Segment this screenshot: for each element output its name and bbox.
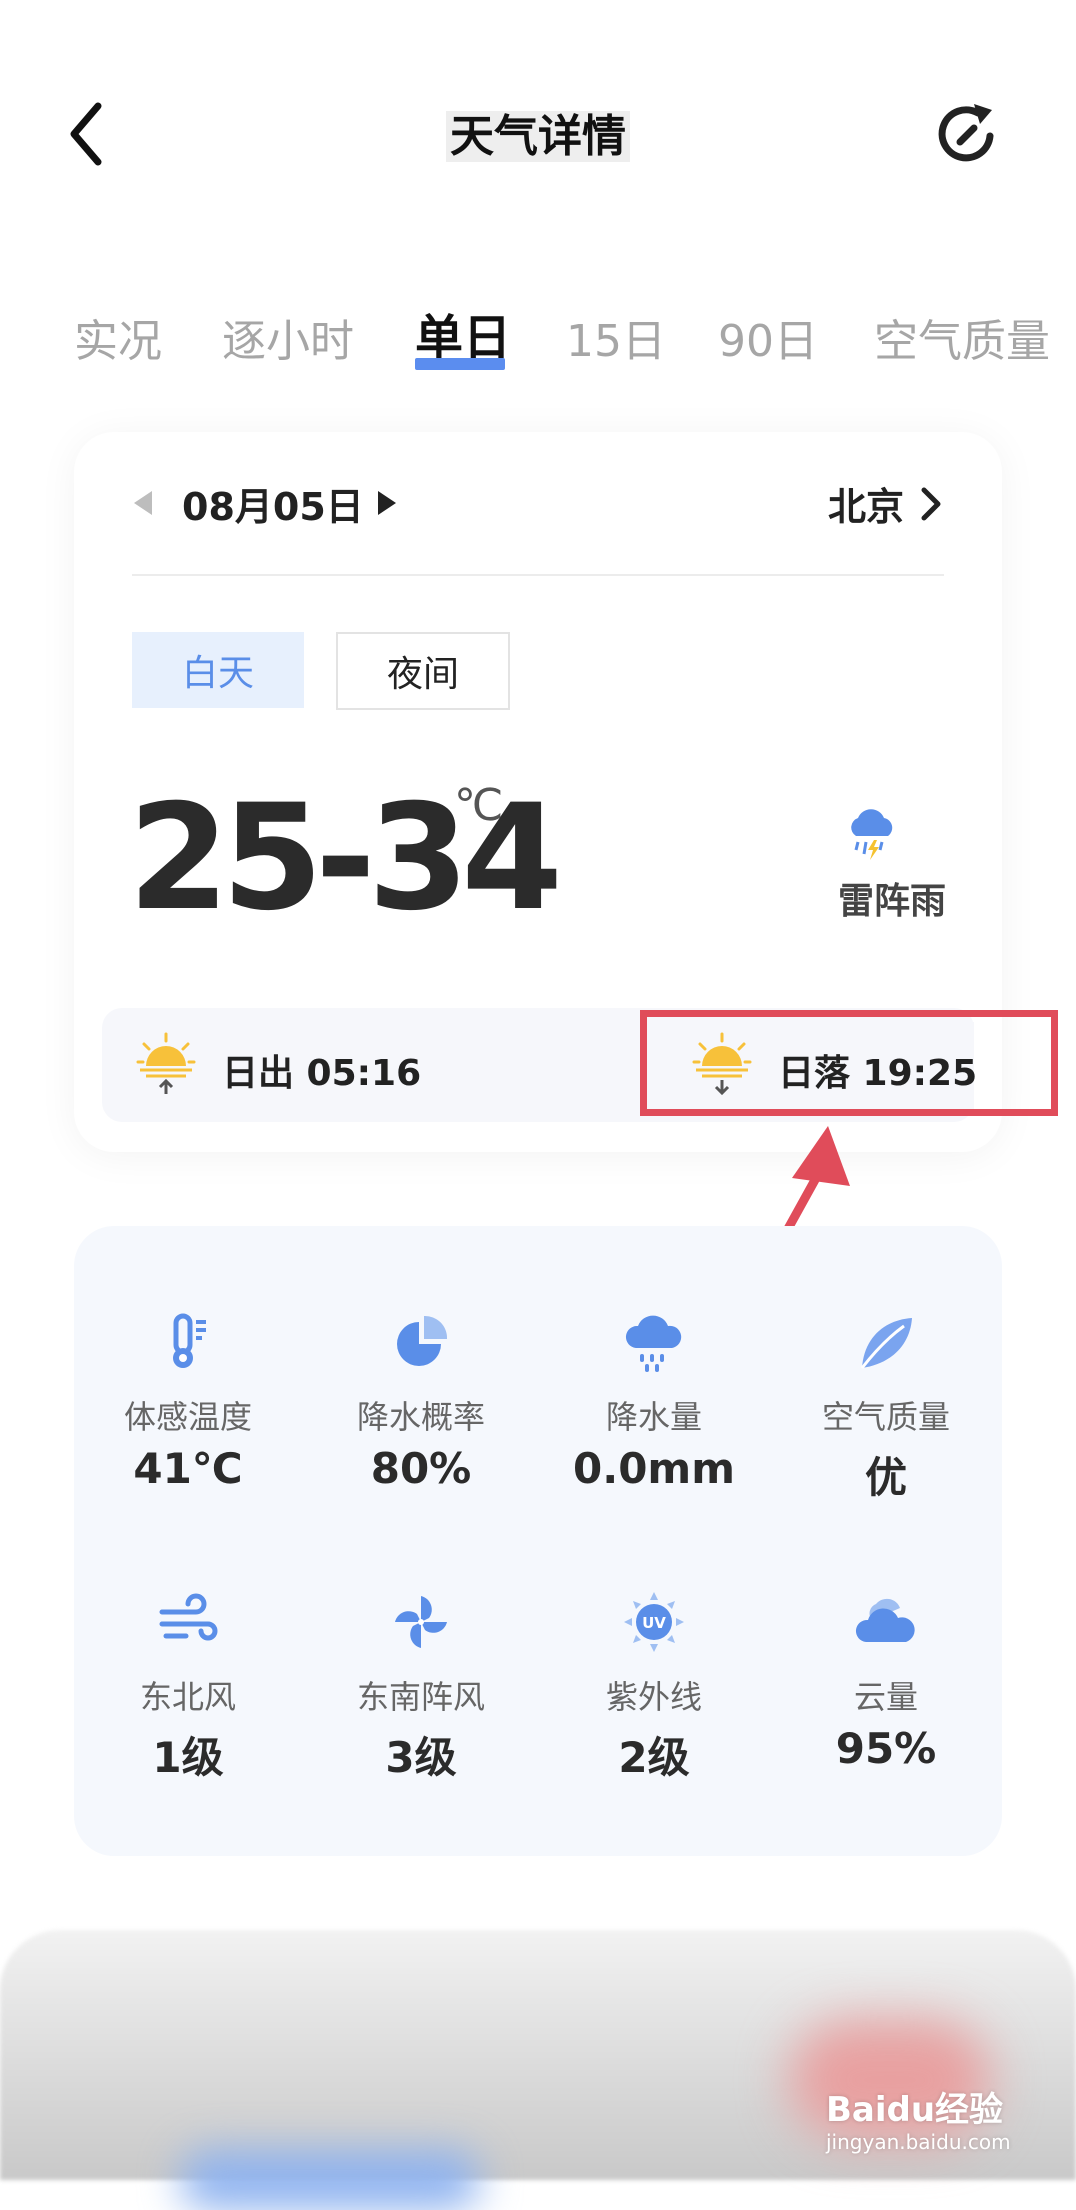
metric-precipitation: 降水量 0.0mm	[564, 1310, 744, 1493]
weather-condition: 雷阵雨	[838, 881, 947, 922]
previous-date-icon[interactable]	[130, 488, 156, 518]
svg-text:UV: UV	[642, 1614, 666, 1632]
metric-air-quality: 空气质量 优	[796, 1310, 976, 1505]
active-tab-indicator	[415, 358, 505, 370]
tab-15-day[interactable]: 15日	[566, 305, 666, 369]
tab-90-day[interactable]: 90日	[718, 305, 818, 369]
date-label: 08月05日	[182, 485, 364, 529]
metric-label: 降水概率	[356, 1398, 485, 1436]
metric-value: 95%	[835, 1724, 937, 1773]
metric-label: 降水量	[605, 1398, 702, 1436]
divider	[132, 574, 944, 576]
metric-label: 东北风	[139, 1678, 236, 1716]
thermometer-icon	[173, 1313, 206, 1368]
metric-gust: 东南阵风 3级	[331, 1590, 511, 1785]
metric-precip-probability: 降水概率 80%	[331, 1310, 511, 1493]
metric-label: 体感温度	[123, 1398, 252, 1436]
metric-label: 云量	[853, 1678, 918, 1716]
watermark-logo: Baidu经验	[826, 2090, 1004, 2130]
metric-cloud-cover: 云量 95%	[796, 1590, 976, 1773]
night-toggle-button[interactable]: 夜间	[336, 632, 510, 710]
pinwheel-icon	[395, 1596, 447, 1648]
uv-icon: UV	[624, 1592, 684, 1652]
tab-air-quality[interactable]: 空气质量	[874, 305, 1050, 369]
metric-value: 0.0mm	[573, 1444, 735, 1493]
day-toggle-button[interactable]: 白天	[132, 632, 304, 708]
pie-chart-icon	[397, 1315, 448, 1366]
leaf-icon	[860, 1318, 912, 1369]
refresh-icon[interactable]	[930, 96, 1006, 172]
page-title: 天气详情	[0, 100, 1076, 164]
highlight-annotation	[640, 1010, 1058, 1116]
metric-uv: UV 紫外线 2级	[564, 1590, 744, 1785]
tab-live[interactable]: 实况	[74, 305, 162, 369]
metric-feels-like: 体感温度 41℃	[98, 1310, 278, 1493]
metric-value: 2级	[618, 1733, 690, 1782]
sunrise-icon	[136, 1032, 196, 1094]
metric-value: 1级	[152, 1733, 224, 1782]
sunrise-time: 日出 05:16	[222, 1053, 422, 1094]
watermark-url: jingyan.baidu.com	[826, 2130, 1011, 2154]
temperature-unit: ℃	[454, 780, 504, 831]
metric-label: 空气质量	[821, 1398, 950, 1436]
tab-hourly[interactable]: 逐小时	[222, 305, 354, 369]
wind-icon	[159, 1593, 218, 1641]
city-selector[interactable]: 北京	[828, 476, 904, 531]
metric-value: 80%	[370, 1444, 472, 1493]
thunderstorm-icon	[851, 809, 893, 860]
metric-value: 3级	[385, 1733, 457, 1782]
metric-value: 41℃	[133, 1444, 243, 1493]
chevron-right-icon[interactable]	[916, 484, 944, 524]
rain-cloud-icon	[625, 1315, 682, 1372]
metric-wind: 东北风 1级	[98, 1590, 278, 1785]
metric-label: 紫外线	[605, 1678, 702, 1716]
blurred-shape	[180, 2150, 480, 2210]
metric-label: 东南阵风	[356, 1678, 485, 1716]
next-date-icon[interactable]	[374, 488, 400, 518]
metric-value: 优	[864, 1453, 907, 1502]
cloud-icon	[855, 1598, 915, 1642]
